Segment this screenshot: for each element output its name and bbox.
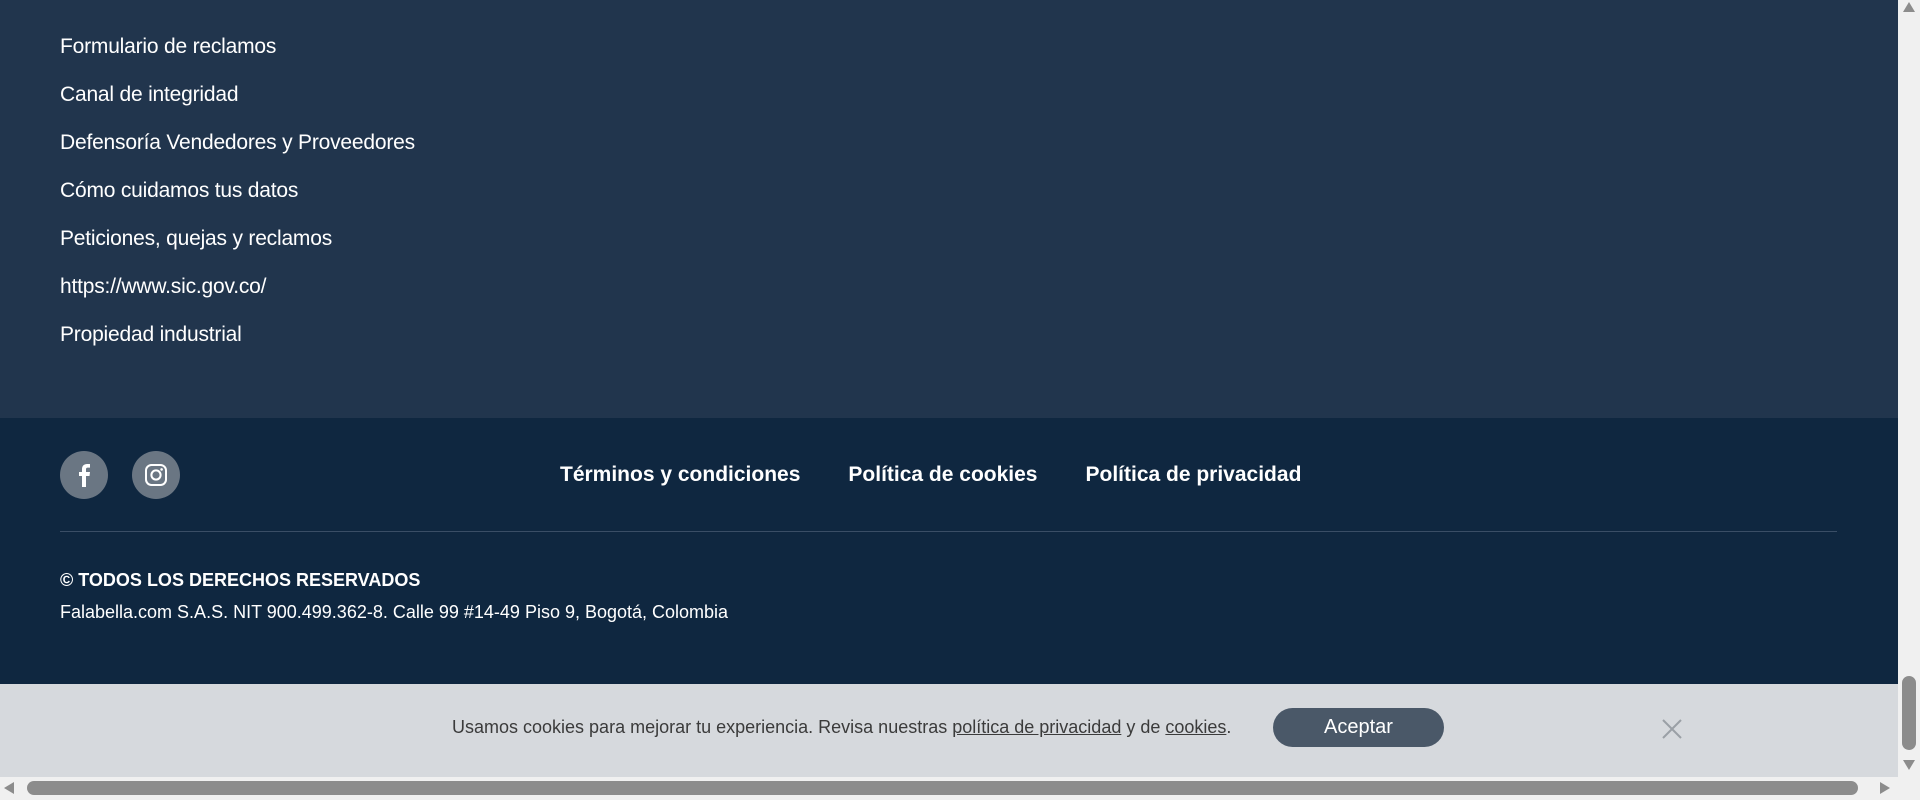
link-formulario-reclamos[interactable]: Formulario de reclamos — [60, 35, 276, 59]
accept-cookies-button[interactable]: Aceptar — [1273, 708, 1444, 747]
list-item: Formulario de reclamos — [60, 23, 415, 71]
scroll-up-icon[interactable] — [1903, 2, 1915, 12]
cookie-text-before: Usamos cookies para mejorar tu experienc… — [452, 717, 953, 737]
cookie-privacy-link[interactable]: política de privacidad — [952, 717, 1121, 737]
vertical-scroll-thumb[interactable] — [1902, 676, 1916, 750]
legal-links: Términos y condiciones Política de cooki… — [560, 463, 1301, 487]
footer-divider — [60, 531, 1837, 532]
horizontal-scrollbar[interactable] — [0, 777, 1898, 800]
instagram-button[interactable] — [132, 451, 180, 499]
list-item: Canal de integridad — [60, 71, 415, 119]
close-icon — [1662, 719, 1682, 739]
footer-links-section: Formulario de reclamos Canal de integrid… — [0, 0, 1898, 418]
scroll-right-icon[interactable] — [1880, 782, 1890, 794]
terms-link[interactable]: Términos y condiciones — [560, 463, 800, 487]
cookie-cookies-link[interactable]: cookies — [1165, 717, 1226, 737]
facebook-button[interactable] — [60, 451, 108, 499]
list-item: https://www.sic.gov.co/ — [60, 263, 415, 311]
close-banner-button[interactable] — [1660, 717, 1684, 741]
social-links — [60, 451, 180, 499]
copyright-title: © TODOS LOS DERECHOS RESERVADOS — [60, 570, 421, 590]
cookie-policy-link[interactable]: Política de cookies — [848, 463, 1037, 487]
vertical-scrollbar[interactable] — [1898, 0, 1920, 777]
link-canal-integridad[interactable]: Canal de integridad — [60, 83, 239, 107]
horizontal-scroll-thumb[interactable] — [27, 781, 1858, 795]
facebook-icon — [79, 464, 90, 487]
link-sic[interactable]: https://www.sic.gov.co/ — [60, 275, 266, 299]
list-item: Peticiones, quejas y reclamos — [60, 215, 415, 263]
cookie-text-middle: y de — [1121, 717, 1166, 737]
link-pqr[interactable]: Peticiones, quejas y reclamos — [60, 227, 332, 251]
list-item: Propiedad industrial — [60, 311, 415, 359]
list-item: Cómo cuidamos tus datos — [60, 167, 415, 215]
cookie-message: Usamos cookies para mejorar tu experienc… — [452, 717, 1231, 738]
scroll-left-icon[interactable] — [4, 782, 14, 794]
footer-links-list: Formulario de reclamos Canal de integrid… — [60, 23, 415, 359]
bottom-footer: Términos y condiciones Política de cooki… — [0, 418, 1898, 684]
privacy-policy-link[interactable]: Política de privacidad — [1085, 463, 1301, 487]
list-item: Defensoría Vendedores y Proveedores — [60, 119, 415, 167]
link-defensoria[interactable]: Defensoría Vendedores y Proveedores — [60, 131, 415, 155]
link-propiedad-industrial[interactable]: Propiedad industrial — [60, 323, 242, 347]
cookie-banner: Usamos cookies para mejorar tu experienc… — [0, 684, 1898, 777]
link-cuidamos-datos[interactable]: Cómo cuidamos tus datos — [60, 179, 298, 203]
company-address: Falabella.com S.A.S. NIT 900.499.362-8. … — [60, 602, 729, 622]
scrollbar-corner — [1898, 777, 1920, 800]
instagram-icon — [145, 464, 167, 486]
cookie-text-after: . — [1226, 717, 1232, 737]
scroll-down-icon[interactable] — [1903, 760, 1915, 770]
page-viewport: Formulario de reclamos Canal de integrid… — [0, 0, 1898, 777]
